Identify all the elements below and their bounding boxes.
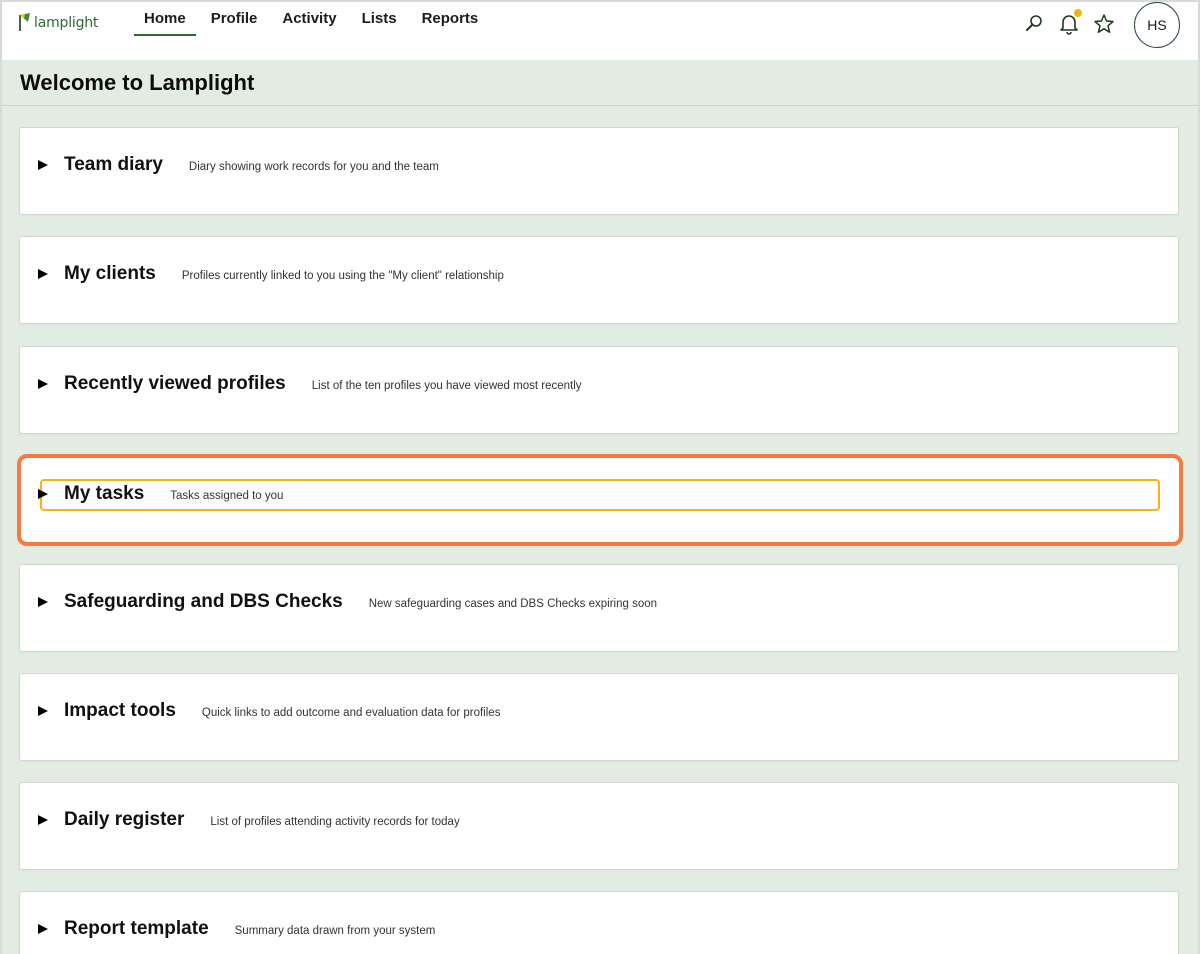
caret-right-icon — [38, 924, 48, 934]
panel-description: List of the ten profiles you have viewed… — [311, 380, 582, 392]
panel-description: Diary showing work records for you and t… — [188, 161, 439, 173]
page-title: Welcome to Lamplight — [20, 70, 255, 95]
panel-toggle[interactable]: Impact tools Quick links to add outcome … — [38, 700, 500, 722]
header-actions: HS — [1022, 0, 1180, 48]
caret-right-icon — [38, 379, 48, 389]
panel-title: Team diary — [64, 154, 163, 175]
top-bar: lamplight Home Profile Activity Lists Re… — [0, 0, 1200, 60]
panel-daily-register: Daily register List of profiles attendin… — [19, 782, 1179, 870]
caret-right-icon — [38, 706, 48, 716]
notification-dot — [1074, 9, 1082, 17]
nav-reports[interactable]: Reports — [422, 0, 479, 36]
panel-toggle[interactable]: Daily register List of profiles attendin… — [38, 809, 460, 831]
panel-description: Profiles currently linked to you using t… — [181, 270, 504, 282]
search-button[interactable] — [1022, 12, 1046, 36]
nav-lists[interactable]: Lists — [362, 0, 397, 36]
logo[interactable]: lamplight — [18, 8, 98, 32]
nav-profile[interactable]: Profile — [211, 0, 258, 36]
panel-description: List of profiles attending activity reco… — [210, 816, 460, 828]
star-icon — [1094, 14, 1114, 33]
panel-my-clients: My clients Profiles currently linked to … — [19, 236, 1179, 324]
logo-text: lamplight — [34, 15, 99, 31]
caret-right-icon — [38, 269, 48, 279]
panel-toggle[interactable]: Recently viewed profiles List of the ten… — [38, 373, 582, 395]
nav-home[interactable]: Home — [134, 0, 196, 36]
panel-team-diary: Team diary Diary showing work records fo… — [19, 127, 1179, 215]
panel-title: Impact tools — [64, 700, 176, 721]
panel-description: New safeguarding cases and DBS Checks ex… — [368, 598, 658, 610]
avatar[interactable]: HS — [1134, 2, 1180, 48]
panel-title: My clients — [64, 263, 156, 284]
panel-title: Report template — [64, 918, 209, 939]
panel-safeguarding: Safeguarding and DBS Checks New safeguar… — [19, 564, 1179, 652]
search-icon — [1026, 15, 1042, 31]
notifications-button[interactable] — [1057, 9, 1082, 36]
panel-recently-viewed: Recently viewed profiles List of the ten… — [19, 346, 1179, 434]
caret-right-icon — [38, 489, 48, 499]
panel-description: Quick links to add outcome and evaluatio… — [201, 707, 501, 719]
panel-my-tasks: My tasks Tasks assigned to you — [19, 456, 1179, 542]
panel-impact-tools: Impact tools Quick links to add outcome … — [19, 673, 1179, 761]
panel-title: Recently viewed profiles — [64, 373, 286, 394]
panel-toggle[interactable]: Safeguarding and DBS Checks New safeguar… — [38, 591, 657, 613]
panel-title: Safeguarding and DBS Checks — [64, 591, 343, 612]
panel-toggle[interactable]: My tasks Tasks assigned to you — [38, 483, 283, 505]
lamp-logo-icon — [19, 13, 30, 31]
caret-right-icon — [38, 597, 48, 607]
panel-report-template: Report template Summary data drawn from … — [19, 891, 1179, 954]
main-nav: Home Profile Activity Lists Reports — [134, 0, 503, 38]
panel-title: My tasks — [64, 483, 145, 504]
page-header: Welcome to Lamplight — [2, 60, 1198, 106]
panel-description: Tasks assigned to you — [170, 490, 284, 502]
panel-toggle[interactable]: My clients Profiles currently linked to … — [38, 263, 504, 285]
panel-title: Daily register — [64, 809, 185, 830]
panel-toggle[interactable]: Team diary Diary showing work records fo… — [38, 154, 439, 176]
nav-activity[interactable]: Activity — [282, 0, 336, 36]
favourites-button[interactable] — [1092, 12, 1116, 36]
caret-right-icon — [38, 160, 48, 170]
caret-right-icon — [38, 815, 48, 825]
panel-description: Summary data drawn from your system — [234, 925, 436, 937]
panel-toggle[interactable]: Report template Summary data drawn from … — [38, 918, 435, 940]
